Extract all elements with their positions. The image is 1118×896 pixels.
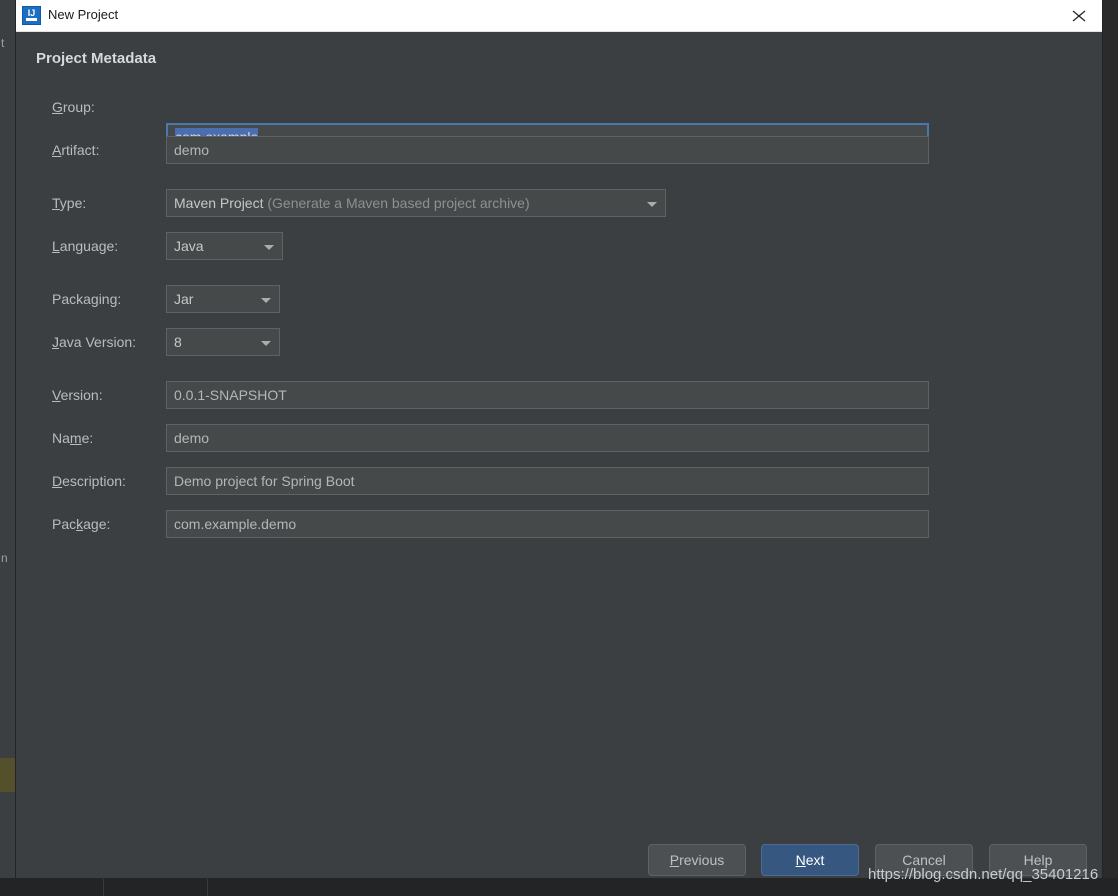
- label-type-mnemonic: T: [52, 195, 60, 211]
- page-title: Project Metadata: [36, 50, 157, 67]
- label-name-mnemonic: m: [69, 430, 82, 446]
- type-dropdown-value: Maven Project: [174, 195, 264, 211]
- chevron-down-icon: [261, 341, 271, 346]
- label-version-mnemonic: V: [52, 387, 61, 403]
- label-group-text: roup:: [62, 99, 95, 115]
- label-package-text: age:: [83, 516, 111, 532]
- label-package-pre: Pac: [52, 516, 77, 532]
- java-version-dropdown[interactable]: 8: [166, 328, 280, 356]
- java-version-dropdown-value: 8: [174, 334, 182, 350]
- type-dropdown[interactable]: Maven Project (Generate a Maven based pr…: [166, 189, 666, 217]
- app-icon-underline: [26, 18, 37, 21]
- artifact-input-value: demo: [174, 142, 210, 158]
- backdrop-left-strip: [0, 0, 17, 878]
- intellij-idea-icon: IJ: [22, 6, 41, 25]
- app-icon-letters: IJ: [27, 8, 36, 18]
- previous-button[interactable]: Previous: [648, 844, 746, 876]
- label-type-text: ype:: [59, 195, 87, 211]
- taskbar-divider: [207, 878, 208, 896]
- label-language: Language:: [52, 238, 118, 254]
- dialog-titlebar: IJ New Project: [16, 0, 1102, 32]
- description-input[interactable]: Demo project for Spring Boot: [166, 467, 929, 495]
- packaging-dropdown[interactable]: Jar: [166, 285, 280, 313]
- label-artifact-text: rtifact:: [61, 142, 100, 158]
- label-packaging: Packaging:: [52, 291, 121, 307]
- taskbar-divider: [103, 878, 104, 896]
- label-group-mnemonic: G: [52, 99, 63, 115]
- label-description: Description:: [52, 473, 126, 489]
- label-description-mnemonic: D: [52, 473, 63, 489]
- new-project-dialog: IJ New Project Project Metadata Group: c…: [16, 0, 1102, 878]
- next-button-label: ext: [805, 852, 825, 868]
- label-language-text: anguage:: [59, 238, 119, 254]
- language-dropdown-value: Java: [174, 238, 204, 254]
- label-artifact: Artifact:: [52, 142, 99, 158]
- description-input-value: Demo project for Spring Boot: [174, 473, 355, 489]
- language-dropdown[interactable]: Java: [166, 232, 283, 260]
- label-name: Name:: [52, 430, 93, 446]
- chevron-down-icon: [264, 245, 274, 250]
- chevron-down-icon: [261, 298, 271, 303]
- previous-button-label: revious: [679, 852, 725, 868]
- close-icon: [1072, 10, 1086, 22]
- package-input-value: com.example.demo: [174, 516, 297, 532]
- backdrop-text-fragment: t: [1, 36, 5, 50]
- label-type: Type:: [52, 195, 86, 211]
- label-version: Version:: [52, 387, 103, 403]
- label-artifact-mnemonic: A: [52, 142, 62, 158]
- chevron-down-icon: [647, 202, 657, 207]
- package-input[interactable]: com.example.demo: [166, 510, 929, 538]
- next-button[interactable]: Next: [761, 844, 859, 876]
- window-title: New Project: [48, 7, 119, 22]
- label-package: Package:: [52, 516, 110, 532]
- backdrop-highlight-block: [0, 758, 16, 792]
- label-language-mnemonic: L: [52, 238, 60, 254]
- label-java-version-text: ava Version:: [59, 334, 137, 350]
- watermark: https://blog.csdn.net/qq_35401216: [868, 866, 1099, 883]
- label-group: Group:: [52, 99, 95, 115]
- label-packaging-text: Packaging:: [52, 291, 122, 307]
- previous-button-mnemonic: P: [669, 852, 680, 868]
- label-name-text: e:: [81, 430, 94, 446]
- label-java-version-mnemonic: J: [52, 334, 59, 350]
- packaging-dropdown-value: Jar: [174, 291, 194, 307]
- name-input-value: demo: [174, 430, 210, 446]
- artifact-input[interactable]: demo: [166, 136, 929, 164]
- label-description-text: escription:: [62, 473, 126, 489]
- label-name-pre: Na: [52, 430, 70, 446]
- type-dropdown-description: (Generate a Maven based project archive): [267, 195, 530, 211]
- label-java-version: Java Version:: [52, 334, 136, 350]
- label-version-text: ersion:: [60, 387, 103, 403]
- dialog-content: Project Metadata Group: com.example Arti…: [16, 31, 1102, 878]
- close-button[interactable]: [1056, 0, 1102, 31]
- name-input[interactable]: demo: [166, 424, 929, 452]
- version-input[interactable]: 0.0.1-SNAPSHOT: [166, 381, 929, 409]
- next-button-mnemonic: N: [795, 852, 806, 868]
- backdrop-text-fragment: n: [1, 551, 8, 565]
- version-input-value: 0.0.1-SNAPSHOT: [174, 387, 287, 403]
